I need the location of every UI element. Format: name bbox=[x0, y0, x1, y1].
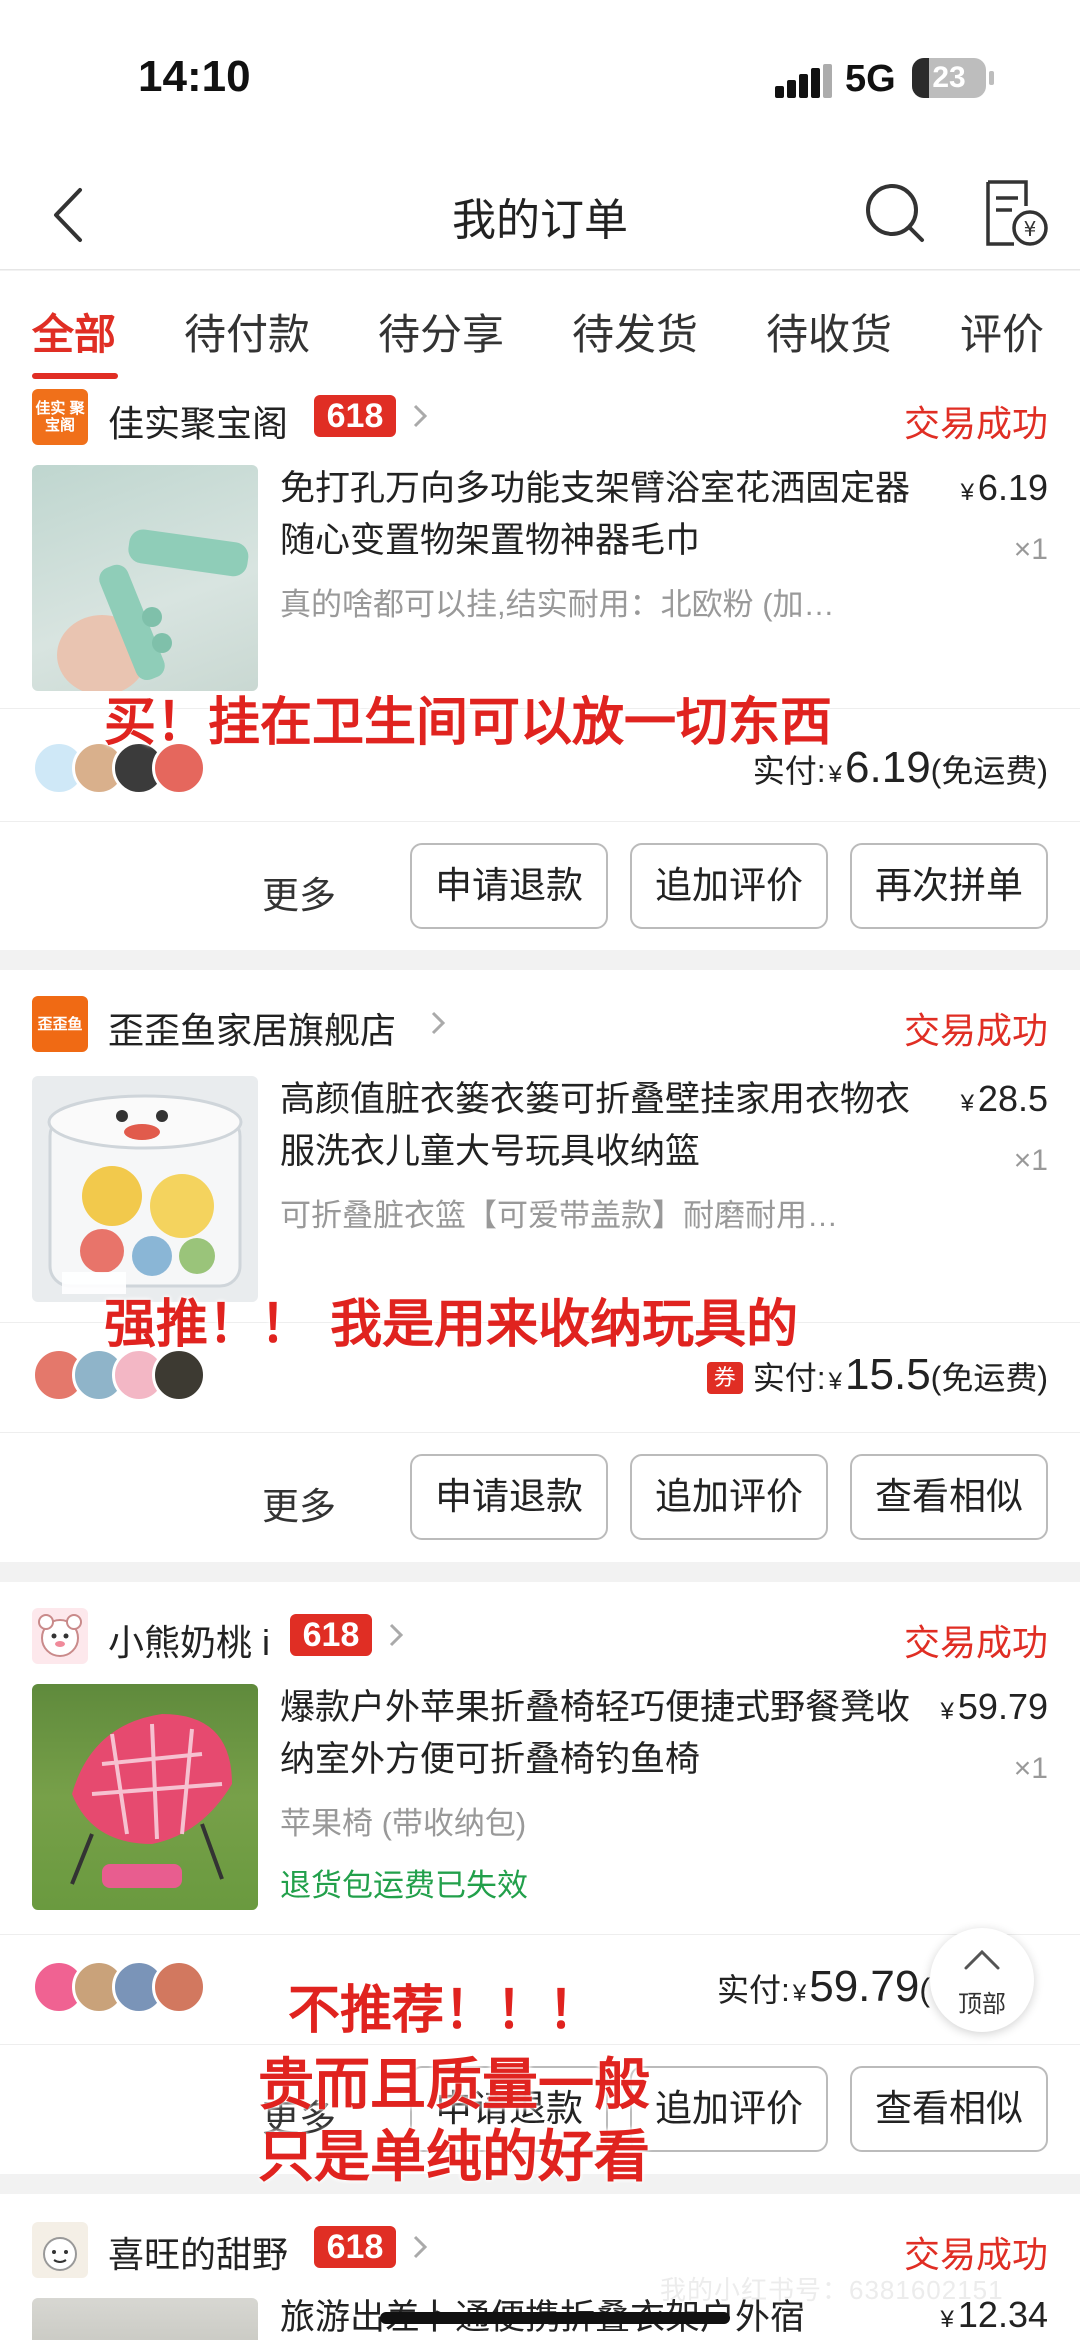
chevron-right-icon bbox=[413, 404, 428, 428]
reorder-button[interactable]: 再次拼单 bbox=[850, 843, 1048, 929]
paid-amount: 实付: ¥59.79( bbox=[716, 1962, 930, 2011]
product-title[interactable]: 爆款户外苹果折叠椅轻巧便捷式野餐凳收纳室外方便可折叠椅钓鱼椅 bbox=[280, 1682, 910, 1786]
order-status: 交易成功 bbox=[903, 1622, 1048, 1663]
back-to-top-label: 顶部 bbox=[958, 1991, 1006, 2018]
shop-logo: 歪歪鱼 bbox=[32, 996, 88, 1052]
order-status: 交易成功 bbox=[903, 1010, 1048, 1051]
nav-bar: 我的订单 ¥ bbox=[0, 160, 1080, 270]
shop-name[interactable]: 小熊奶桃 i bbox=[108, 1614, 270, 1666]
return-shipping-notice: 退货包运费已失效 bbox=[280, 1868, 528, 1903]
product-image[interactable] bbox=[32, 2298, 258, 2340]
chevron-right-icon bbox=[413, 2235, 428, 2259]
divider bbox=[0, 1432, 1080, 1433]
battery-icon: 23 bbox=[912, 58, 994, 98]
search-icon[interactable] bbox=[860, 178, 930, 248]
more-button[interactable]: 更多 bbox=[262, 865, 336, 919]
tab-all[interactable]: 全部 bbox=[32, 301, 116, 362]
back-to-top-button[interactable]: 顶部 bbox=[930, 1928, 1034, 2032]
divider bbox=[0, 1934, 1080, 1935]
promo-badge: 618 bbox=[314, 395, 396, 437]
bill-icon[interactable]: ¥ bbox=[980, 176, 1050, 250]
battery-level: 23 bbox=[932, 61, 966, 94]
quantity: ×1 bbox=[1013, 533, 1048, 566]
order-tabs: 全部 待付款 待分享 待发货 待收货 评价 bbox=[0, 271, 1080, 383]
unit-price: ¥59.79 bbox=[940, 1686, 1048, 1727]
annotation-text: 只是单纯的好看 bbox=[258, 2125, 650, 2190]
refund-button[interactable]: 申请退款 bbox=[410, 1454, 608, 1540]
order-card[interactable]: 佳实 聚宝阁 佳实聚宝阁 618 交易成功 免打孔万向多功能支架臂浴室花洒固定器… bbox=[0, 383, 1080, 950]
add-review-button[interactable]: 追加评价 bbox=[630, 843, 828, 929]
promo-badge: 618 bbox=[290, 1614, 372, 1656]
svg-text:¥: ¥ bbox=[1024, 217, 1037, 241]
unit-price: ¥6.19 bbox=[960, 467, 1048, 508]
annotation-text: 贵而且质量一般 bbox=[258, 2053, 650, 2118]
annotation-text: 买！挂在卫生间可以放一切东西 bbox=[104, 693, 833, 753]
arrow-up-icon bbox=[964, 1949, 1000, 1970]
shop-name[interactable]: 佳实聚宝阁 bbox=[108, 395, 288, 447]
watermark: 我的小红书号：6381602151 bbox=[660, 2275, 1004, 2305]
shop-logo bbox=[32, 1608, 88, 1664]
product-spec: 可折叠脏衣篮【可爱带盖款】耐磨耐用… bbox=[280, 1198, 838, 1233]
shop-logo bbox=[32, 2222, 88, 2278]
refund-button[interactable]: 申请退款 bbox=[410, 843, 608, 929]
view-similar-button[interactable]: 查看相似 bbox=[850, 1454, 1048, 1540]
quantity: ×1 bbox=[1013, 1752, 1048, 1785]
order-status: 交易成功 bbox=[903, 403, 1048, 444]
tab-pending-share[interactable]: 待分享 bbox=[378, 301, 504, 362]
product-image[interactable] bbox=[32, 465, 258, 691]
quantity: ×1 bbox=[1013, 1144, 1048, 1177]
network-type: 5G bbox=[845, 58, 896, 100]
home-indicator bbox=[380, 2312, 730, 2324]
chevron-right-icon bbox=[431, 1011, 446, 1035]
promo-badge: 618 bbox=[314, 2226, 396, 2268]
shop-logo: 佳实 聚宝阁 bbox=[32, 389, 88, 445]
more-button[interactable]: 更多 bbox=[262, 1476, 336, 1530]
paid-amount: 券实付: ¥15.5(免运费) bbox=[706, 1350, 1048, 1400]
buyer-avatars bbox=[32, 1960, 262, 2016]
chevron-right-icon bbox=[389, 1623, 404, 1647]
annotation-text: 不推荐！！！ bbox=[288, 1981, 601, 2041]
view-similar-button[interactable]: 查看相似 bbox=[850, 2066, 1048, 2152]
add-review-button[interactable]: 追加评价 bbox=[630, 1454, 828, 1540]
product-spec: 苹果椅 (带收纳包) bbox=[280, 1806, 527, 1841]
product-title[interactable]: 高颜值脏衣篓衣篓可折叠壁挂家用衣物衣服洗衣儿童大号玩具收纳篮 bbox=[280, 1074, 910, 1178]
status-time: 14:10 bbox=[138, 52, 251, 101]
tab-review[interactable]: 评价 bbox=[960, 301, 1044, 362]
status-bar: 14:10 5G 23 bbox=[0, 0, 1080, 160]
add-review-button[interactable]: 追加评价 bbox=[630, 2066, 828, 2152]
tab-pending-payment[interactable]: 待付款 bbox=[184, 301, 310, 362]
coupon-icon: 券 bbox=[706, 1362, 743, 1394]
tab-pending-receive[interactable]: 待收货 bbox=[766, 301, 892, 362]
product-spec: 真的啥都可以挂,结实耐用：北欧粉 (加… bbox=[280, 587, 835, 622]
product-image[interactable] bbox=[32, 1684, 258, 1910]
shop-name[interactable]: 歪歪鱼家居旗舰店 bbox=[108, 1002, 396, 1054]
annotation-text: 强推！！ 我是用来收纳玩具的 bbox=[104, 1295, 799, 1355]
tab-pending-ship[interactable]: 待发货 bbox=[572, 301, 698, 362]
divider bbox=[0, 821, 1080, 822]
product-image[interactable] bbox=[32, 1076, 258, 1302]
unit-price: ¥28.5 bbox=[960, 1078, 1048, 1119]
tab-active-indicator bbox=[32, 373, 118, 379]
shop-name[interactable]: 喜旺的甜野 bbox=[108, 2226, 288, 2278]
order-card[interactable]: 歪歪鱼 歪歪鱼家居旗舰店 交易成功 高颜值脏衣篓衣篓可折叠壁挂家用衣物衣服洗衣儿… bbox=[0, 970, 1080, 1562]
avatar bbox=[152, 1960, 206, 2014]
signal-icon bbox=[775, 64, 832, 98]
product-title[interactable]: 免打孔万向多功能支架臂浴室花洒固定器随心变置物架置物神器毛巾 bbox=[280, 463, 910, 567]
